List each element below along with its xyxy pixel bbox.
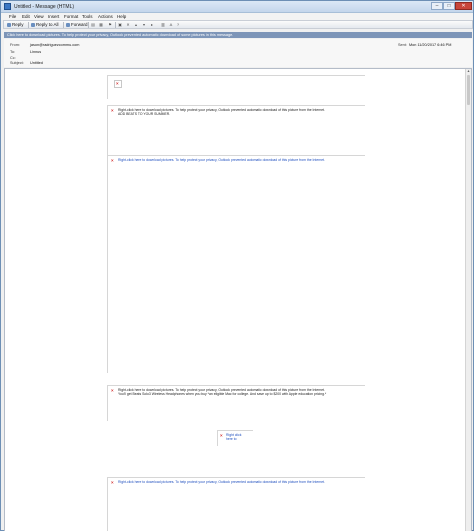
standard-toolbar: Reply Reply to All Forward ▤ ▦ ⚑ ▣ ✕ ▴ ▾… xyxy=(3,20,473,29)
help-icon[interactable]: ? xyxy=(176,23,180,27)
broken-image-icon: × xyxy=(111,480,114,485)
forward-label: Forward xyxy=(71,22,88,27)
print-icon[interactable]: ▤ xyxy=(91,23,95,27)
maximize-button[interactable]: □ xyxy=(443,2,455,10)
to-value[interactable]: Linnus xyxy=(30,50,41,54)
broken-image-icon: × xyxy=(220,433,223,438)
categorize-icon[interactable]: ▣ xyxy=(118,23,122,27)
placeholder-text: Right-click here to download pictures. T… xyxy=(118,158,325,162)
sent-value: Mon 11/20/2017 6:46 PM xyxy=(409,43,452,47)
menu-edit[interactable]: Edit xyxy=(22,14,30,19)
outlook-message-window: Untitled - Message (HTML) – □ ✕ File Edi… xyxy=(0,0,474,531)
reply-all-icon xyxy=(31,23,35,27)
next-item-icon[interactable]: ▾ xyxy=(142,23,146,27)
toolbar-separator xyxy=(63,22,64,28)
forward-button[interactable]: Forward xyxy=(66,22,88,28)
menu-tools[interactable]: Tools xyxy=(82,14,93,19)
flag-icon[interactable]: ⚑ xyxy=(108,23,112,27)
address-book-icon[interactable]: ▥ xyxy=(161,23,165,27)
broken-image-icon: × xyxy=(111,388,114,393)
reply-all-button[interactable]: Reply to All xyxy=(31,22,59,28)
from-value[interactable]: jason@radriguezcommu.com xyxy=(30,43,79,47)
broken-image-icon: × xyxy=(111,108,114,113)
alt-text: ADD BEATS TO YOUR SUMMER. xyxy=(118,112,171,116)
subject-label: Subject: xyxy=(10,61,24,65)
menu-insert[interactable]: Insert xyxy=(48,14,59,19)
vertical-scrollbar[interactable]: ▲ xyxy=(465,69,471,531)
toolbar-separator xyxy=(88,22,89,28)
menu-format[interactable]: Format xyxy=(64,14,78,19)
outlook-app-icon xyxy=(4,3,11,10)
broken-image-icon: × xyxy=(116,81,119,86)
close-button[interactable]: ✕ xyxy=(455,2,472,10)
image-placeholder-3[interactable]: × Right-click here to download pictures.… xyxy=(107,155,365,373)
minimize-button[interactable]: – xyxy=(431,2,443,10)
options-icon[interactable]: ▸ xyxy=(150,23,154,27)
scroll-up-arrow-icon[interactable]: ▲ xyxy=(466,69,471,74)
to-label: To: xyxy=(10,50,16,54)
message-body[interactable]: × × Right-click here to download picture… xyxy=(4,68,472,531)
toolbar-separator xyxy=(28,22,29,28)
image-placeholder-5[interactable]: × Right-click here to download pictures.… xyxy=(107,477,365,531)
menu-bar: File Edit View Insert Format Tools Actio… xyxy=(1,13,473,20)
menu-help[interactable]: Help xyxy=(117,14,126,19)
delete-icon[interactable]: ✕ xyxy=(126,23,130,27)
message-header: From: jason@radriguezcommu.com To: Linnu… xyxy=(4,39,472,67)
image-placeholder-4[interactable]: × Right-click here to download pictures.… xyxy=(107,385,365,421)
reply-button[interactable]: Reply xyxy=(7,22,24,28)
placeholder-text: here to xyxy=(226,437,237,441)
alt-text: You'll get Beats Solo3 Wireless Headphon… xyxy=(118,392,327,396)
sent-label: Sent: xyxy=(398,43,407,47)
toolbar-separator xyxy=(115,22,116,28)
forward-icon xyxy=(66,23,70,27)
cc-label: Cc: xyxy=(10,56,16,60)
broken-image-icon: × xyxy=(111,158,114,163)
menu-actions[interactable]: Actions xyxy=(98,14,113,19)
move-to-folder-icon[interactable]: ▦ xyxy=(99,23,103,27)
reply-icon xyxy=(7,23,11,27)
download-pictures-infobar[interactable]: Click here to download pictures. To help… xyxy=(4,32,472,38)
previous-item-icon[interactable]: ▴ xyxy=(134,23,138,27)
subject-value: Untitled xyxy=(30,61,43,65)
from-label: From: xyxy=(10,43,20,47)
window-title: Untitled - Message (HTML) xyxy=(14,4,75,10)
title-bar: Untitled - Message (HTML) – □ ✕ xyxy=(1,1,473,13)
scrollbar-thumb[interactable] xyxy=(467,75,470,105)
image-placeholder-small[interactable]: × Right click here to xyxy=(217,430,253,446)
email-content-column: × × Right-click here to download picture… xyxy=(107,75,365,531)
reply-all-label: Reply to All xyxy=(36,22,59,27)
font-size-icon[interactable]: A xyxy=(169,23,173,27)
placeholder-text: Right-click here to download pictures. T… xyxy=(118,480,325,484)
image-placeholder-1[interactable]: × xyxy=(107,75,365,99)
reply-label: Reply xyxy=(12,22,24,27)
menu-file[interactable]: File xyxy=(9,14,16,19)
menu-view[interactable]: View xyxy=(34,14,44,19)
image-placeholder-2[interactable]: × Right-click here to download pictures.… xyxy=(107,105,365,155)
broken-image-frame: × xyxy=(114,80,122,88)
